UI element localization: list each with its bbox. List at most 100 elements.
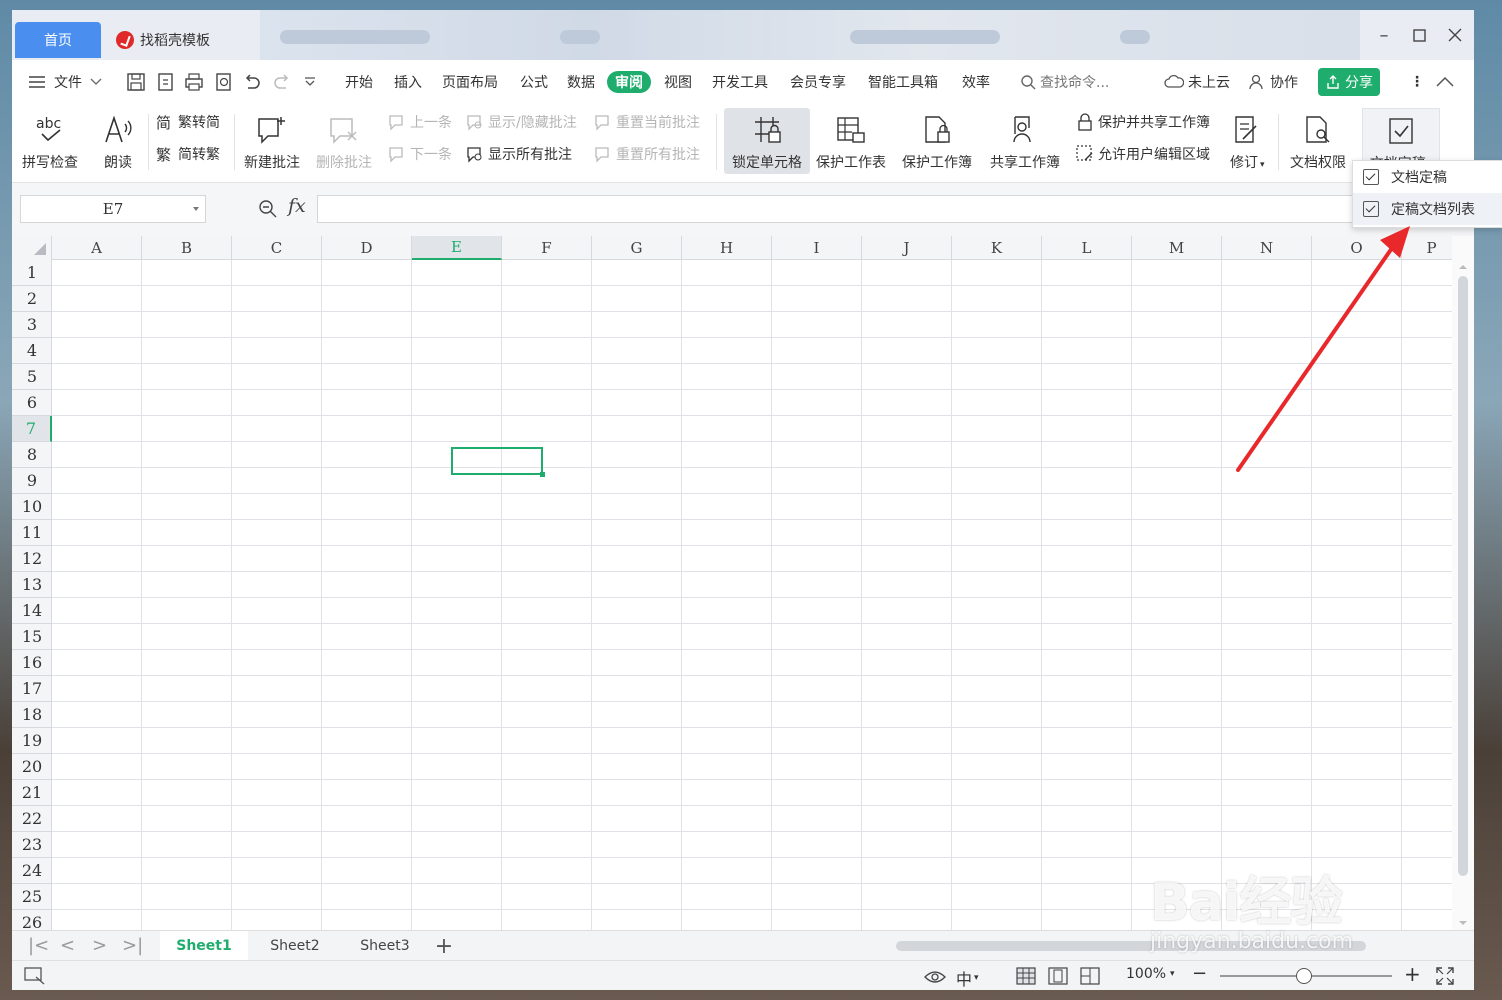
row-header-18[interactable]: 18: [12, 702, 52, 728]
redo-icon[interactable]: [272, 71, 292, 93]
menu-item-developer[interactable]: 开发工具: [712, 71, 768, 93]
column-header-h[interactable]: H: [682, 236, 772, 260]
row-header-2[interactable]: 2: [12, 286, 52, 312]
share-workbook-button[interactable]: 共享工作簿: [990, 114, 1060, 172]
name-box[interactable]: E7: [20, 195, 206, 223]
lock-cell-button[interactable]: 锁定单元格: [724, 108, 810, 174]
row-header-22[interactable]: 22: [12, 806, 52, 832]
row-header-10[interactable]: 10: [12, 494, 52, 520]
row-header-13[interactable]: 13: [12, 572, 52, 598]
menu-item-efficiency[interactable]: 效率: [962, 71, 990, 93]
row-header-7[interactable]: 7: [12, 416, 52, 442]
column-header-o[interactable]: O: [1312, 236, 1402, 260]
row-header-23[interactable]: 23: [12, 832, 52, 858]
zoom-level[interactable]: 100% ▾: [1126, 966, 1175, 982]
scroll-down-icon[interactable]: [1458, 920, 1468, 926]
row-header-15[interactable]: 15: [12, 624, 52, 650]
row-header-6[interactable]: 6: [12, 390, 52, 416]
menu-item-start[interactable]: 开始: [345, 71, 373, 93]
row-header-17[interactable]: 17: [12, 676, 52, 702]
command-search[interactable]: 查找命令...: [1020, 71, 1109, 93]
more-icon[interactable]: ⋮: [1410, 71, 1424, 93]
column-header-e[interactable]: E: [412, 236, 502, 260]
next-sheet-icon[interactable]: >: [92, 935, 107, 956]
formula-input[interactable]: [317, 195, 1467, 223]
column-header-g[interactable]: G: [592, 236, 682, 260]
add-sheet-button[interactable]: +: [432, 931, 456, 961]
vertical-scrollbar[interactable]: [1452, 236, 1474, 930]
row-header-3[interactable]: 3: [12, 312, 52, 338]
protect-share-workbook-button[interactable]: 保护并共享工作簿: [1076, 112, 1210, 132]
row-header-11[interactable]: 11: [12, 520, 52, 546]
trad-to-simp-button[interactable]: 简 繁转简: [156, 112, 220, 132]
simp-to-trad-button[interactable]: 繁 简转繁: [156, 144, 220, 164]
row-header-9[interactable]: 9: [12, 468, 52, 494]
next-comment-button[interactable]: 下一条: [388, 144, 452, 164]
reset-all-comments-button[interactable]: 重置所有批注: [594, 144, 700, 164]
column-header-f[interactable]: F: [502, 236, 592, 260]
column-header-n[interactable]: N: [1222, 236, 1312, 260]
cell-area[interactable]: [52, 260, 1452, 930]
menu-item-insert[interactable]: 插入: [394, 71, 422, 93]
first-sheet-icon[interactable]: |<: [28, 935, 49, 956]
delete-comment-button[interactable]: 删除批注: [316, 114, 372, 172]
last-sheet-icon[interactable]: >|: [122, 935, 143, 956]
doc-permission-button[interactable]: 文档权限: [1290, 114, 1346, 172]
column-header-c[interactable]: C: [232, 236, 322, 260]
zoom-out-icon[interactable]: −: [1192, 963, 1207, 984]
row-header-21[interactable]: 21: [12, 780, 52, 806]
column-header-b[interactable]: B: [142, 236, 232, 260]
minimize-icon[interactable]: –: [1373, 24, 1395, 46]
new-comment-button[interactable]: 新建批注: [244, 114, 300, 172]
fullscreen-icon[interactable]: [1436, 967, 1454, 985]
prev-sheet-icon[interactable]: <: [60, 935, 75, 956]
column-header-l[interactable]: L: [1042, 236, 1132, 260]
show-hide-comment-button[interactable]: 显示/隐藏批注: [466, 112, 577, 132]
collapse-ribbon-icon[interactable]: [1436, 71, 1454, 93]
allow-edit-ranges-button[interactable]: 允许用户编辑区域: [1076, 144, 1210, 164]
column-header-a[interactable]: A: [52, 236, 142, 260]
normal-view-icon[interactable]: [1016, 967, 1036, 985]
zoom-slider-knob[interactable]: [1296, 968, 1312, 984]
selected-cell[interactable]: [451, 447, 545, 477]
row-header-12[interactable]: 12: [12, 546, 52, 572]
page-break-view-icon[interactable]: [1080, 967, 1100, 985]
menu-item-member[interactable]: 会员专享: [790, 71, 846, 93]
column-header-m[interactable]: M: [1132, 236, 1222, 260]
dropdown-item-doc-finalize[interactable]: 文档定稿: [1353, 161, 1502, 193]
protect-workbook-button[interactable]: 保护工作簿: [902, 114, 972, 172]
tab-home[interactable]: 首页: [15, 22, 101, 58]
menu-item-review[interactable]: 审阅: [607, 71, 651, 93]
print-icon[interactable]: [184, 71, 204, 93]
zoom-formula-icon[interactable]: [258, 199, 278, 219]
column-header-d[interactable]: D: [322, 236, 412, 260]
dropdown-item-finalized-list[interactable]: 定稿文档列表: [1353, 193, 1502, 225]
row-header-25[interactable]: 25: [12, 884, 52, 910]
undo-icon[interactable]: [242, 71, 262, 93]
save-icon[interactable]: [126, 71, 146, 93]
chevron-down-icon[interactable]: [193, 207, 199, 211]
row-header-5[interactable]: 5: [12, 364, 52, 390]
vertical-scroll-thumb[interactable]: [1458, 276, 1468, 876]
select-all-corner[interactable]: [12, 236, 52, 260]
zoom-in-icon[interactable]: +: [1404, 962, 1421, 986]
menu-item-data[interactable]: 数据: [567, 71, 595, 93]
menu-item-smart-toolbox[interactable]: 智能工具箱: [868, 71, 938, 93]
menu-item-formula[interactable]: 公式: [520, 71, 548, 93]
collaborate-button[interactable]: 协作: [1248, 71, 1298, 93]
share-button[interactable]: 分享: [1318, 68, 1380, 96]
scroll-up-icon[interactable]: [1458, 264, 1468, 270]
row-header-19[interactable]: 19: [12, 728, 52, 754]
sheet-tab-sheet1[interactable]: Sheet1: [160, 931, 248, 961]
eye-protection-icon[interactable]: [924, 968, 946, 984]
close-icon[interactable]: [1444, 24, 1466, 46]
row-header-14[interactable]: 14: [12, 598, 52, 624]
row-header-8[interactable]: 8: [12, 442, 52, 468]
page-view-icon[interactable]: [1048, 967, 1068, 985]
maximize-icon[interactable]: [1408, 24, 1430, 46]
prev-comment-button[interactable]: 上一条: [388, 112, 452, 132]
input-method-icon[interactable]: 中 ▾: [956, 966, 979, 990]
sheet-tab-sheet3[interactable]: Sheet3: [342, 931, 428, 961]
row-header-20[interactable]: 20: [12, 754, 52, 780]
print-preview-icon[interactable]: [214, 71, 234, 93]
